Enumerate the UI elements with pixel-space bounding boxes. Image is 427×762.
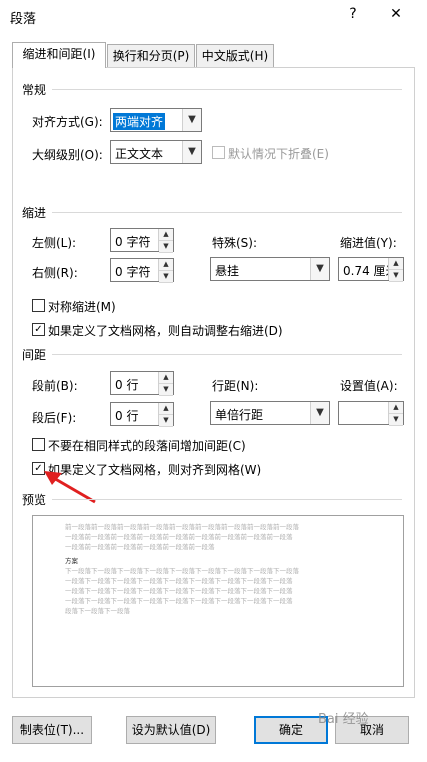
spacing-heading: 间距: [22, 348, 47, 362]
dialog-title: 段落: [10, 12, 37, 27]
mirror-indents-label: 对称缩进(M): [48, 300, 116, 314]
space-before-stepper[interactable]: 0 行 ▲ ▼: [110, 371, 174, 396]
preview-heading: 预览: [22, 493, 47, 507]
at-stepper[interactable]: ▲ ▼: [338, 401, 404, 426]
set-default-button[interactable]: 设为默认值(D): [126, 716, 216, 744]
mirror-indents-checkbox[interactable]: [32, 299, 45, 312]
preview-next-line: 一段落下一段落下一段落下一段落下一段落下一段落下一段落下一段落下一段落: [65, 597, 293, 605]
tab-label: 换行和分页(P): [112, 49, 190, 63]
tabs-button[interactable]: 制表位(T)...: [12, 716, 92, 744]
outline-level-select[interactable]: 正文文本 ▼: [110, 140, 202, 164]
indent-left-label: 左侧(L):: [32, 236, 77, 250]
indent-by-stepper[interactable]: 0.74 厘米 ▲▼: [338, 257, 404, 282]
spin-up-icon[interactable]: ▲: [389, 258, 403, 270]
tab-label: 缩进和间距(I): [22, 47, 96, 61]
space-after-value: 0 行: [115, 409, 139, 423]
preview-sample-text: 方案: [65, 557, 78, 565]
tab-line-page-breaks[interactable]: 换行和分页(P): [107, 44, 195, 67]
alignment-select[interactable]: 两端对齐 ▼: [110, 108, 202, 132]
special-value: 悬挂: [215, 264, 240, 278]
indent-left-stepper[interactable]: 0 字符 ▲ ▼: [110, 228, 174, 253]
special-label: 特殊(S):: [212, 236, 258, 250]
divider: [52, 499, 402, 500]
watermark-logo: Bai 经验: [318, 712, 369, 727]
indent-right-value: 0 字符: [115, 265, 151, 279]
space-before-value: 0 行: [115, 378, 139, 392]
collapse-checkbox[interactable]: [212, 146, 225, 159]
preview-next-line: 一段落下一段落下一段落下一段落下一段落下一段落下一段落下一段落下一段落: [65, 587, 293, 595]
special-select[interactable]: 悬挂 ▼: [210, 257, 330, 281]
preview-prev-line: 前一段落前一段落前一段落前一段落前一段落前一段落前一段落前一段落前一段落: [65, 523, 299, 531]
space-after-label: 段后(F):: [32, 411, 77, 425]
spin-down-icon[interactable]: ▼: [159, 415, 173, 427]
preview-prev-line: 一段落前一段落前一段落前一段落前一段落前一段落: [65, 543, 215, 551]
indent-heading: 缩进: [22, 206, 47, 220]
outline-level-value: 正文文本: [115, 147, 164, 161]
spin-up-icon[interactable]: ▲: [159, 259, 173, 271]
preview-box: 前一段落前一段落前一段落前一段落前一段落前一段落前一段落前一段落前一段落 一段落…: [32, 515, 404, 687]
close-button[interactable]: ✕: [387, 6, 405, 26]
spin-up-icon[interactable]: ▲: [159, 229, 173, 241]
tab-asian-typography[interactable]: 中文版式(H): [196, 44, 274, 67]
chevron-down-icon: ▼: [310, 258, 329, 280]
help-button[interactable]: ?: [344, 6, 362, 26]
spin-up-icon[interactable]: ▲: [159, 403, 173, 415]
line-spacing-label: 行距(N):: [212, 379, 259, 393]
space-before-label: 段前(B):: [32, 379, 78, 393]
chevron-down-icon: ▼: [182, 141, 201, 163]
indent-left-value: 0 字符: [115, 235, 151, 249]
preview-next-line: 一段落下一段落下一段落下一段落下一段落下一段落下一段落下一段落下一段落: [65, 577, 293, 585]
line-spacing-select[interactable]: 单倍行距 ▼: [210, 401, 330, 425]
spin-down-icon[interactable]: ▼: [389, 414, 403, 426]
spin-down-icon[interactable]: ▼: [159, 384, 173, 396]
indent-right-stepper[interactable]: 0 字符 ▲ ▼: [110, 258, 174, 283]
alignment-label: 对齐方式(G):: [32, 115, 103, 129]
outline-level-label: 大纲级别(O):: [32, 148, 103, 162]
spin-down-icon[interactable]: ▼: [389, 270, 403, 282]
divider: [52, 212, 402, 213]
general-heading: 常规: [22, 83, 47, 97]
divider: [52, 354, 402, 355]
at-label: 设置值(A):: [340, 379, 398, 393]
line-spacing-value: 单倍行距: [215, 408, 264, 422]
alignment-value: 两端对齐: [113, 113, 166, 130]
tab-label: 中文版式(H): [201, 49, 269, 63]
no-space-same-style-checkbox[interactable]: [32, 438, 45, 451]
preview-next-line: 段落下一段落下一段落: [65, 607, 130, 615]
chevron-down-icon: ▼: [310, 402, 329, 424]
preview-next-line: 下一段落下一段落下一段落下一段落下一段落下一段落下一段落下一段落下一段落: [65, 567, 299, 575]
title-bar: [0, 0, 427, 32]
spin-up-icon[interactable]: ▲: [159, 372, 173, 384]
indent-by-value: 0.74 厘米: [343, 264, 389, 278]
chevron-down-icon: ▼: [182, 109, 201, 131]
preview-prev-line: 一段落前一段落前一段落前一段落前一段落前一段落前一段落前一段落前一段落: [65, 533, 293, 541]
space-after-stepper[interactable]: 0 行 ▲ ▼: [110, 402, 174, 427]
indent-right-label: 右侧(R):: [32, 266, 78, 280]
spin-up-icon[interactable]: ▲: [389, 402, 403, 414]
ok-button[interactable]: 确定: [254, 716, 328, 744]
indent-by-label: 缩进值(Y):: [340, 236, 397, 250]
auto-adjust-indent-checkbox[interactable]: ✓: [32, 323, 45, 336]
divider: [52, 89, 402, 90]
spin-down-icon[interactable]: ▼: [159, 271, 173, 283]
no-space-same-style-label: 不要在相同样式的段落间增加间距(C): [48, 439, 246, 453]
spin-down-icon[interactable]: ▼: [159, 241, 173, 253]
auto-adjust-indent-label: 如果定义了文档网格，则自动调整右缩进(D): [48, 324, 283, 338]
tab-indents-spacing[interactable]: 缩进和间距(I): [12, 42, 106, 68]
collapse-label: 默认情况下折叠(E): [228, 147, 329, 161]
